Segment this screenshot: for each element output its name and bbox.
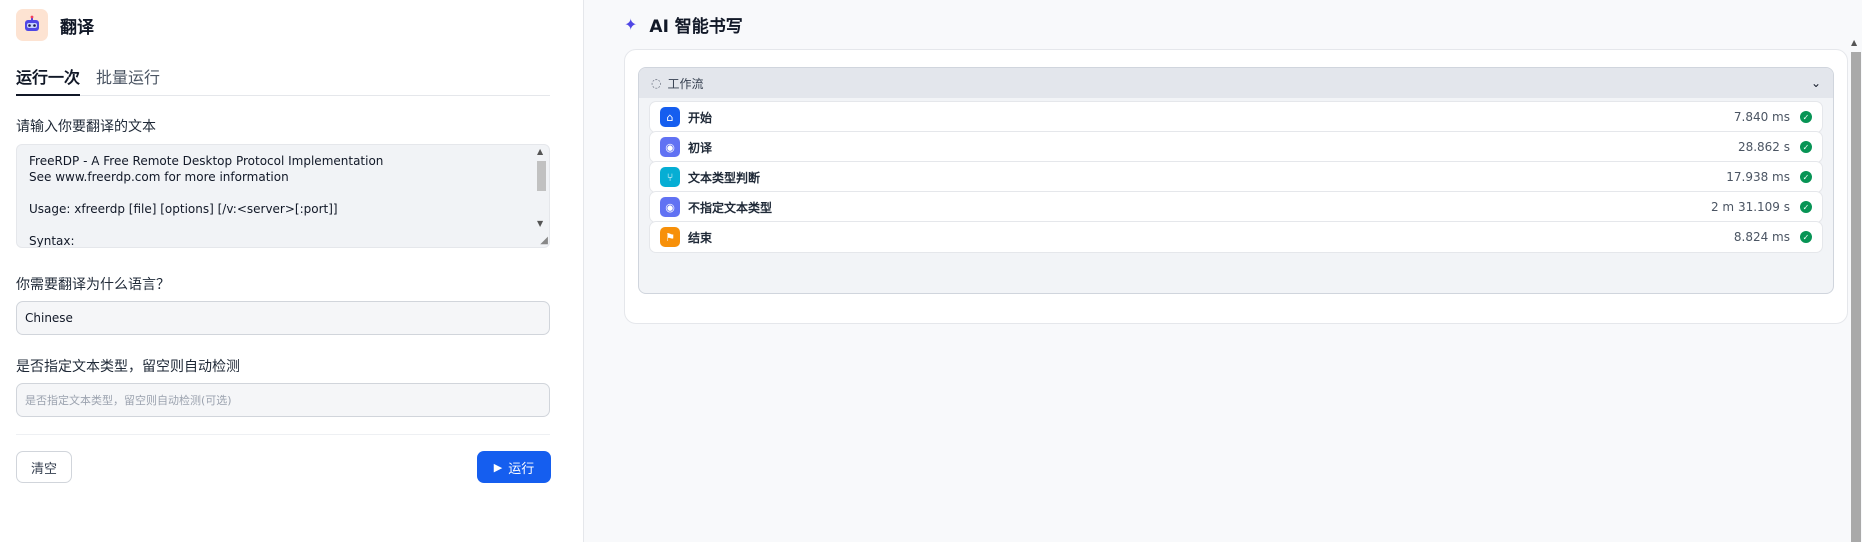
node-time: 28.862 s	[1737, 140, 1790, 154]
form-divider	[16, 434, 550, 435]
tab-batch-run[interactable]: 批量运行	[96, 64, 160, 95]
language-input[interactable]: Chinese	[16, 301, 550, 335]
textarea-scrollbar[interactable]: ▲ ▼	[535, 147, 547, 243]
workflow-header[interactable]: ◌ 工作流 ⌄	[639, 68, 1833, 98]
home-icon: ⌂	[660, 107, 680, 127]
chevron-down-icon[interactable]: ⌄	[1811, 76, 1821, 90]
clear-button-label: 清空	[30, 461, 57, 477]
node-name: 文本类型判断	[688, 170, 761, 185]
node-name: 不指定文本类型	[688, 200, 773, 215]
tab-run-once[interactable]: 运行一次	[16, 64, 81, 96]
node-time: 7.840 ms	[1733, 110, 1790, 124]
workflow-node-row[interactable]: ⑂ 文本类型判断 17.938 ms ✓	[649, 161, 1823, 193]
success-check-icon: ✓	[1800, 201, 1812, 213]
node-time: 17.938 ms	[1726, 170, 1790, 184]
success-check-icon: ✓	[1800, 141, 1812, 153]
scroll-down-icon[interactable]: ▼	[537, 219, 543, 228]
scroll-thumb[interactable]	[537, 161, 546, 191]
source-text-textarea[interactable]: FreeRDP - A Free Remote Desktop Protocol…	[16, 144, 550, 248]
result-card: ◌ 工作流 ⌄ ⌂ 开始 7.840 ms ✓ ◉ 初译 28.862 s ✓ …	[624, 49, 1848, 324]
result-title: AI 智能书写	[649, 17, 743, 37]
play-icon: ▶	[493, 460, 503, 474]
language-input-value: Chinese	[25, 311, 73, 325]
success-check-icon: ✓	[1800, 231, 1812, 243]
text-field-label: 请输入你要翻译的文本	[16, 119, 156, 135]
resize-grip-icon[interactable]: ◢	[540, 235, 548, 246]
node-time: 2 m 31.109 s	[1710, 200, 1790, 214]
sparkle-icon: ✦	[624, 15, 638, 34]
run-button-label: 运行	[508, 461, 535, 477]
loading-icon: ◌	[651, 76, 662, 90]
node-time: 8.824 ms	[1733, 230, 1790, 244]
end-icon: ⚑	[660, 227, 680, 247]
mode-tabs: 运行一次 批量运行	[16, 64, 550, 96]
type-field-label: 是否指定文本类型，留空则自动检测	[16, 359, 240, 375]
scroll-thumb[interactable]	[1851, 52, 1861, 542]
text-type-input[interactable]: 是否指定文本类型，留空则自动检测(可选)	[16, 383, 550, 417]
brain-icon: ◉	[660, 197, 680, 217]
branch-icon: ⑂	[660, 167, 680, 187]
text-type-placeholder: 是否指定文本类型，留空则自动检测(可选)	[25, 394, 232, 407]
robot-icon	[16, 9, 48, 41]
language-field-label: 你需要翻译为什么语言？	[16, 277, 170, 293]
app-title: 翻译	[60, 17, 94, 38]
node-name: 结束	[688, 230, 713, 245]
result-panel: ✦ AI 智能书写 ◌ 工作流 ⌄ ⌂ 开始 7.840 ms ✓ ◉ 初译 2…	[584, 0, 1862, 542]
workflow-node-row[interactable]: ⌂ 开始 7.840 ms ✓	[649, 101, 1823, 133]
clear-button[interactable]: 清空	[16, 451, 72, 483]
workflow-panel: ◌ 工作流 ⌄ ⌂ 开始 7.840 ms ✓ ◉ 初译 28.862 s ✓ …	[638, 67, 1834, 294]
run-button[interactable]: ▶ 运行	[477, 451, 551, 483]
app-header: 翻译	[16, 9, 94, 41]
result-header: ✦ AI 智能书写	[624, 12, 743, 37]
workflow-label: 工作流	[667, 76, 704, 91]
node-name: 初译	[688, 140, 713, 155]
workflow-node-row[interactable]: ⚑ 结束 8.824 ms ✓	[649, 221, 1823, 253]
input-panel: 翻译 运行一次 批量运行 请输入你要翻译的文本 FreeRDP - A Free…	[0, 0, 584, 542]
brain-icon: ◉	[660, 137, 680, 157]
page-scrollbar[interactable]: ▲	[1848, 36, 1862, 542]
workflow-node-row[interactable]: ◉ 不指定文本类型 2 m 31.109 s ✓	[649, 191, 1823, 223]
scroll-up-icon[interactable]: ▲	[1851, 38, 1857, 47]
scroll-up-icon[interactable]: ▲	[537, 147, 543, 156]
success-check-icon: ✓	[1800, 111, 1812, 123]
source-text-content: FreeRDP - A Free Remote Desktop Protocol…	[29, 154, 384, 248]
success-check-icon: ✓	[1800, 171, 1812, 183]
node-name: 开始	[688, 110, 713, 125]
workflow-node-row[interactable]: ◉ 初译 28.862 s ✓	[649, 131, 1823, 163]
